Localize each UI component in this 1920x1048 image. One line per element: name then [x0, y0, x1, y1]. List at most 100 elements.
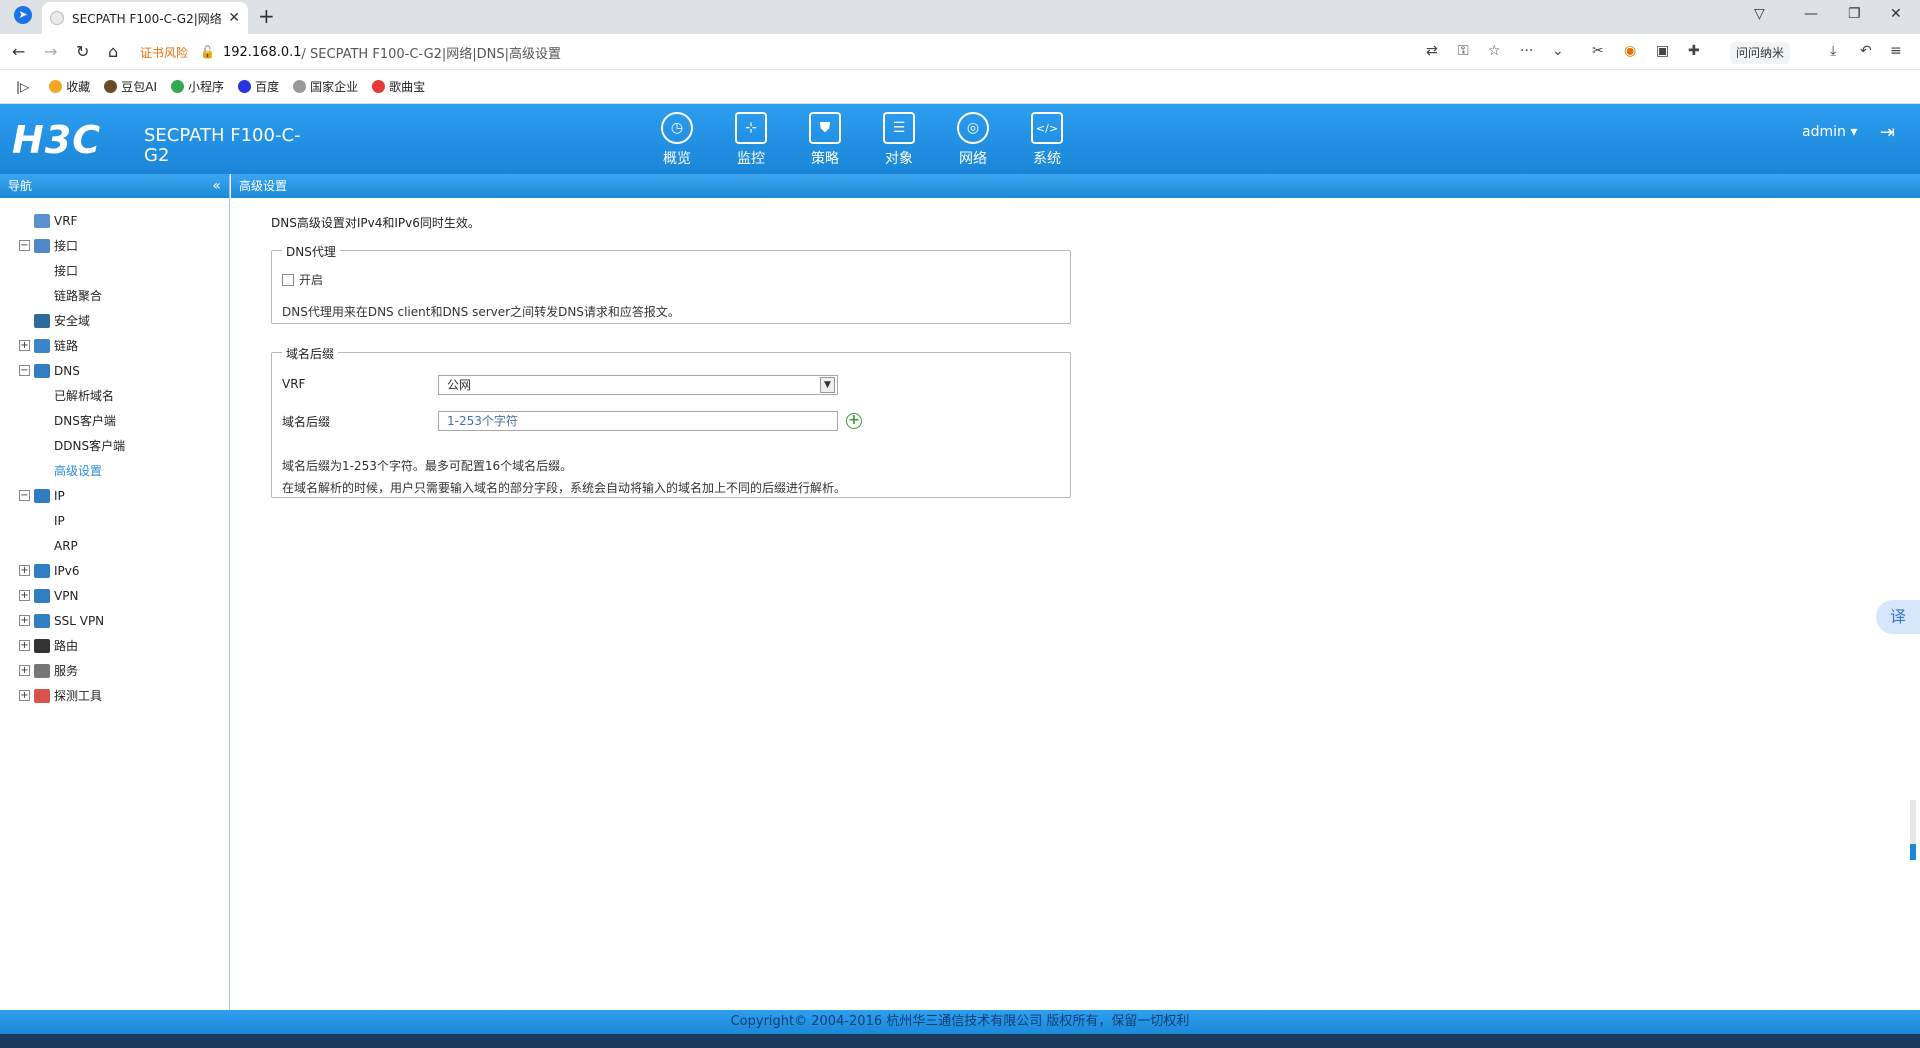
- download-icon[interactable]: ⤓: [1830, 43, 1836, 59]
- menu-overview[interactable]: ◷ 概览: [640, 112, 714, 168]
- sidebar-item[interactable]: − IP: [0, 483, 229, 508]
- scissors-icon[interactable]: ✂: [1592, 43, 1604, 59]
- menu-label: 监控: [737, 151, 765, 167]
- sidebar-item[interactable]: 高级设置: [0, 458, 229, 483]
- tab-favicon-icon: [50, 11, 64, 25]
- pin-window-icon[interactable]: ▽: [1754, 6, 1765, 22]
- dns-proxy-section: DNS代理 开启 DNS代理用来在DNS client和DNS server之间…: [271, 243, 1071, 324]
- nav-tree: VRF − 接口 接口 链路聚合安全域 + 链路 − DNS 已解析域名 DNS客户端 DDNS客户端…: [0, 198, 229, 708]
- bookmark-item[interactable]: 百度: [238, 78, 279, 95]
- cert-warning[interactable]: 证书风险: [140, 44, 188, 61]
- star-icon[interactable]: ☆: [1488, 43, 1501, 59]
- main-menu: ◷ 概览 ⊹ 监控 ⛊ 策略 ☰ 对象 ◎ 网络 </> 系统: [640, 112, 1084, 168]
- chevron-down-icon[interactable]: ⌄: [1552, 43, 1564, 59]
- vrf-label: VRF: [282, 377, 306, 391]
- menu-icon[interactable]: ≡: [1890, 43, 1902, 59]
- expand-node-icon[interactable]: +: [19, 690, 30, 701]
- reader-icon[interactable]: ▣: [1656, 43, 1669, 59]
- logout-icon[interactable]: ⇥: [1880, 122, 1895, 143]
- copyright-text: Copyright© 2004-2016 杭州华三通信技术有限公司 版权所有，保…: [730, 1014, 1190, 1029]
- sidebar-item[interactable]: + 链路: [0, 333, 229, 358]
- browser-tab[interactable]: SECPATH F100-C-G2|网络| ✕: [42, 2, 248, 34]
- sidebar-item[interactable]: 接口: [0, 258, 229, 283]
- back-icon[interactable]: ←: [12, 42, 25, 61]
- menu-policy[interactable]: ⛊ 策略: [788, 112, 862, 168]
- expand-node-icon[interactable]: +: [19, 665, 30, 676]
- user-menu[interactable]: admin ▾: [1802, 124, 1857, 140]
- sidebar-item[interactable]: + 探测工具: [0, 683, 229, 708]
- forward-icon[interactable]: →: [44, 42, 57, 61]
- browser-pin-icon[interactable]: ➤: [14, 6, 32, 24]
- dns-proxy-enable[interactable]: 开启: [282, 271, 323, 288]
- menu-network[interactable]: ◎ 网络: [936, 112, 1010, 168]
- expand-node-icon[interactable]: +: [19, 615, 30, 626]
- key-icon[interactable]: ⚿: [1458, 43, 1469, 59]
- add-suffix-icon[interactable]: +: [846, 413, 862, 429]
- reload-icon[interactable]: ↻: [76, 42, 89, 61]
- more-icon[interactable]: ···: [1520, 43, 1533, 59]
- tree-node-icon: [34, 488, 50, 503]
- sidebar-toggle-icon[interactable]: |▷: [16, 80, 29, 94]
- sidebar-item[interactable]: − 接口: [0, 233, 229, 258]
- sidebar-item[interactable]: 已解析域名: [0, 383, 229, 408]
- undo-icon[interactable]: ↶: [1860, 43, 1872, 59]
- sidebar-item[interactable]: + 路由: [0, 633, 229, 658]
- bookmark-label: 豆包AI: [121, 80, 158, 94]
- app-header: H3C SECPATH F100-C-G2 ◷ 概览 ⊹ 监控 ⛊ 策略 ☰ 对…: [0, 104, 1920, 174]
- gamepad-icon[interactable]: ◉: [1624, 43, 1636, 59]
- tab-close-icon[interactable]: ✕: [228, 10, 240, 26]
- sidebar-item[interactable]: − DNS: [0, 358, 229, 383]
- sidebar-title-label: 导航: [8, 179, 33, 193]
- close-window-icon[interactable]: ✕: [1890, 6, 1902, 22]
- sidebar-item[interactable]: + 服务: [0, 658, 229, 683]
- menu-object[interactable]: ☰ 对象: [862, 112, 936, 168]
- sidebar-item[interactable]: VRF: [0, 208, 229, 233]
- footer: Copyright© 2004-2016 杭州华三通信技术有限公司 版权所有，保…: [0, 1010, 1920, 1034]
- restore-icon[interactable]: ❐: [1848, 6, 1861, 22]
- menu-system[interactable]: </> 系统: [1010, 112, 1084, 168]
- expand-node-icon[interactable]: +: [19, 590, 30, 601]
- home-icon[interactable]: ⌂: [108, 42, 118, 61]
- expand-node-icon[interactable]: +: [19, 340, 30, 351]
- sidebar-item-label: 安全域: [54, 314, 91, 328]
- translate-float-icon[interactable]: 译: [1876, 600, 1920, 634]
- sidebar-item[interactable]: DNS客户端: [0, 408, 229, 433]
- extensions-icon[interactable]: ✚: [1688, 43, 1700, 59]
- sidebar-item[interactable]: 安全域: [0, 308, 229, 333]
- bookmark-item[interactable]: 歌曲宝: [372, 78, 425, 95]
- sidebar-item[interactable]: + VPN: [0, 583, 229, 608]
- scrollbar-thumb[interactable]: [1910, 844, 1916, 860]
- bookmark-icon: [238, 80, 252, 93]
- bookmark-label: 收藏: [66, 80, 91, 94]
- sidebar-item[interactable]: 链路聚合: [0, 283, 229, 308]
- vrf-select[interactable]: 公网 ▼: [438, 375, 838, 395]
- bookmark-item[interactable]: 收藏: [49, 78, 90, 95]
- sidebar-item-label: 已解析域名: [54, 389, 115, 403]
- bookmark-item[interactable]: 小程序: [171, 78, 224, 95]
- sidebar-item[interactable]: DDNS客户端: [0, 433, 229, 458]
- collapse-node-icon[interactable]: −: [19, 365, 30, 376]
- url-box[interactable]: 证书风险 🔓 192.168.0.1 / SECPATH F100-C-G2|网…: [140, 39, 1580, 65]
- sidebar-item-label: IP: [54, 488, 65, 503]
- translate-page-icon[interactable]: ⇄: [1426, 43, 1438, 59]
- page-scrollbar[interactable]: [1910, 800, 1916, 860]
- sidebar-item[interactable]: IP: [0, 508, 229, 533]
- collapse-node-icon[interactable]: −: [19, 240, 30, 251]
- ext-wenwen-button[interactable]: 问问纳米: [1730, 42, 1791, 64]
- bookmark-item[interactable]: 国家企业: [293, 78, 358, 95]
- expand-node-icon[interactable]: +: [19, 640, 30, 651]
- dns-proxy-checkbox[interactable]: [282, 273, 294, 286]
- sidebar-item[interactable]: + IPv6: [0, 558, 229, 583]
- bookmark-item[interactable]: 豆包AI: [104, 78, 157, 95]
- suffix-input[interactable]: 1-253个字符: [438, 411, 838, 431]
- menu-monitor[interactable]: ⊹ 监控: [714, 112, 788, 168]
- sidebar-item[interactable]: + SSL VPN: [0, 608, 229, 633]
- expand-node-icon[interactable]: +: [19, 565, 30, 576]
- new-tab-button[interactable]: +: [258, 4, 275, 28]
- collapse-node-icon[interactable]: −: [19, 490, 30, 501]
- collapse-icon[interactable]: «: [212, 174, 221, 198]
- sidebar-item-label: IP: [54, 513, 65, 528]
- minimize-icon[interactable]: —: [1804, 6, 1818, 22]
- sidebar-item[interactable]: ARP: [0, 533, 229, 558]
- chevron-down-icon[interactable]: ▼: [820, 377, 835, 393]
